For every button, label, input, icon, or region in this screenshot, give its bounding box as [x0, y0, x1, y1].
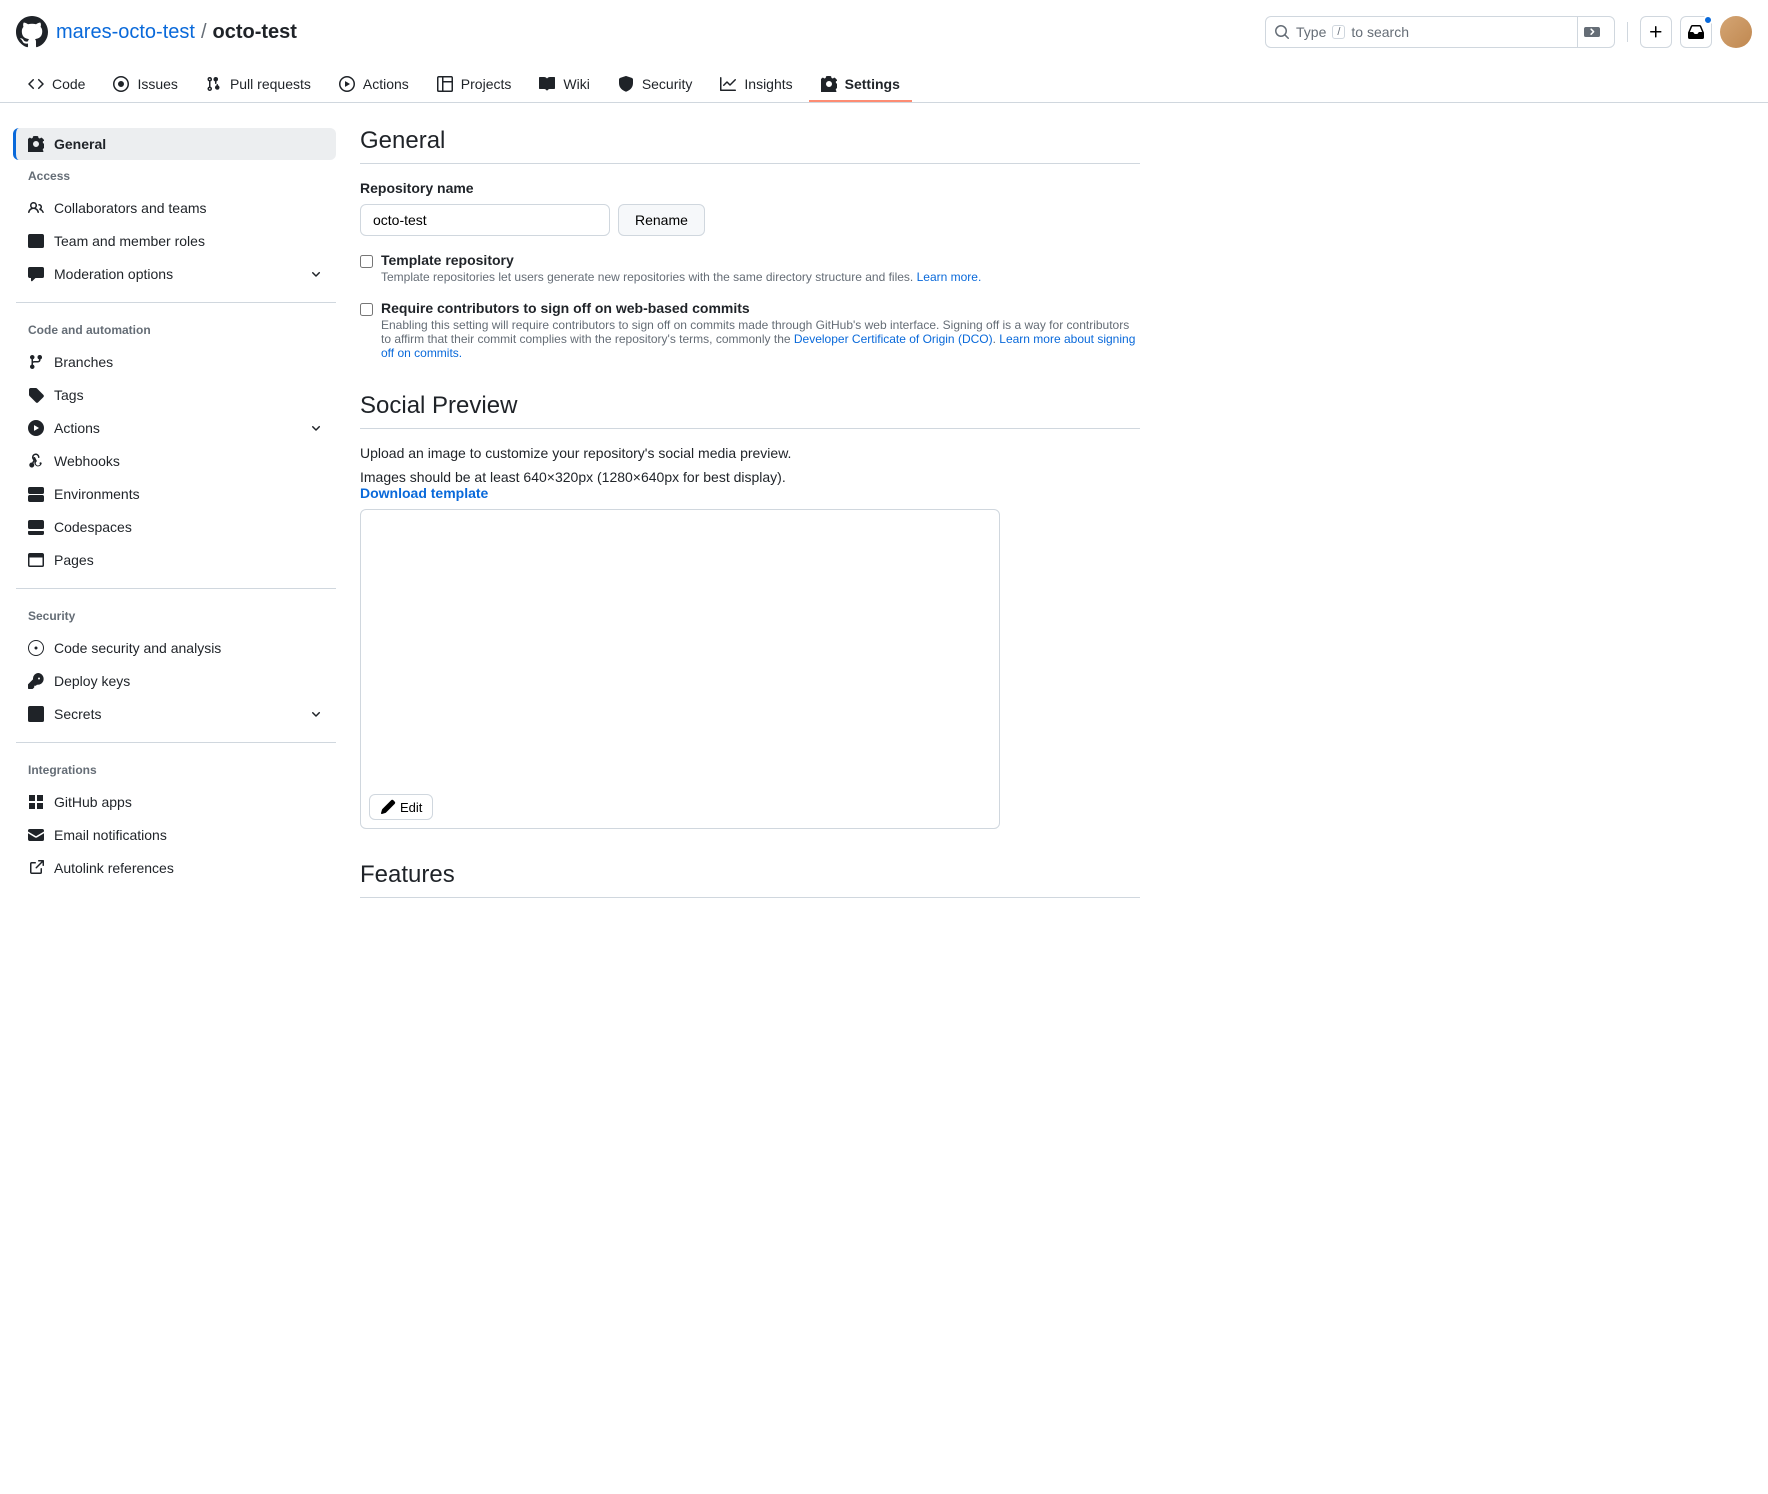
template-learn-more-link[interactable]: Learn more.: [917, 270, 982, 284]
signoff-label: Require contributors to sign off on web-…: [381, 300, 750, 316]
plus-icon: [1648, 24, 1664, 40]
codespaces-icon: [28, 519, 44, 535]
shield-check-icon: [28, 640, 44, 656]
pr-icon: [206, 76, 222, 92]
issue-icon: [113, 76, 129, 92]
chevron-down-icon: [308, 706, 324, 722]
edit-social-preview-button[interactable]: Edit: [369, 794, 433, 820]
gear-icon: [28, 136, 44, 152]
sidebar-item-pages[interactable]: Pages: [16, 544, 336, 576]
sidebar-item-codespaces[interactable]: Codespaces: [16, 511, 336, 543]
sidebar-item-deploy-keys[interactable]: Deploy keys: [16, 665, 336, 697]
sidebar-item-environments[interactable]: Environments: [16, 478, 336, 510]
search-key-hint: /: [1332, 25, 1345, 39]
search-icon: [1274, 24, 1290, 40]
tag-icon: [28, 387, 44, 403]
dco-link[interactable]: Developer Certificate of Origin (DCO): [794, 332, 993, 346]
book-icon: [539, 76, 555, 92]
tab-wiki[interactable]: Wiki: [527, 68, 601, 102]
breadcrumb-owner[interactable]: mares-octo-test: [56, 21, 195, 44]
people-icon: [28, 200, 44, 216]
code-icon: [28, 76, 44, 92]
key-icon: [28, 673, 44, 689]
create-new-button[interactable]: [1640, 16, 1672, 48]
chevron-down-icon: [308, 266, 324, 282]
mail-icon: [28, 827, 44, 843]
webhook-icon: [28, 453, 44, 469]
play-icon: [28, 420, 44, 436]
template-repo-label: Template repository: [381, 252, 514, 268]
social-preview-p1: Upload an image to customize your reposi…: [360, 445, 1140, 461]
template-repo-desc: Template repositories let users generate…: [381, 270, 917, 284]
settings-sidebar: General Access Collaborators and teams T…: [16, 127, 336, 914]
download-template-link[interactable]: Download template: [360, 485, 488, 501]
social-preview-heading: Social Preview: [360, 392, 1140, 429]
graph-icon: [720, 76, 736, 92]
tab-projects[interactable]: Projects: [425, 68, 524, 102]
server-icon: [28, 486, 44, 502]
sidebar-heading-security: Security: [16, 601, 336, 631]
notifications-button[interactable]: [1680, 16, 1712, 48]
sidebar-item-code-security[interactable]: Code security and analysis: [16, 632, 336, 664]
search-placeholder-pre: Type: [1296, 24, 1326, 40]
features-heading: Features: [360, 861, 1140, 898]
shield-icon: [618, 76, 634, 92]
sidebar-item-team-roles[interactable]: Team and member roles: [16, 225, 336, 257]
main-content: General Repository name Rename Template …: [360, 127, 1140, 914]
social-preview-image-area: Edit: [360, 509, 1000, 829]
github-logo-icon[interactable]: [16, 16, 48, 48]
chevron-down-icon: [308, 420, 324, 436]
sidebar-item-secrets[interactable]: Secrets: [16, 698, 336, 730]
tab-issues[interactable]: Issues: [101, 68, 189, 102]
gear-icon: [821, 76, 837, 92]
pencil-icon: [380, 799, 396, 815]
tab-settings[interactable]: Settings: [809, 68, 912, 102]
search-placeholder-post: to search: [1351, 24, 1409, 40]
project-icon: [437, 76, 453, 92]
template-repo-checkbox[interactable]: [360, 255, 373, 268]
search-input[interactable]: Type / to search: [1265, 16, 1615, 48]
apps-icon: [28, 794, 44, 810]
breadcrumb-separator: /: [201, 21, 207, 44]
user-avatar[interactable]: [1720, 16, 1752, 48]
tab-pull-requests[interactable]: Pull requests: [194, 68, 323, 102]
sidebar-heading-integrations: Integrations: [16, 755, 336, 785]
id-badge-icon: [28, 233, 44, 249]
sidebar-item-collaborators[interactable]: Collaborators and teams: [16, 192, 336, 224]
sidebar-item-actions[interactable]: Actions: [16, 412, 336, 444]
breadcrumb-repo[interactable]: octo-test: [213, 21, 297, 44]
asterisk-icon: [28, 706, 44, 722]
tab-actions[interactable]: Actions: [327, 68, 421, 102]
sidebar-item-webhooks[interactable]: Webhooks: [16, 445, 336, 477]
branch-icon: [28, 354, 44, 370]
sidebar-item-email-notifications[interactable]: Email notifications: [16, 819, 336, 851]
sidebar-heading-access: Access: [16, 161, 336, 191]
command-palette-icon[interactable]: [1577, 17, 1606, 47]
rename-button[interactable]: Rename: [618, 204, 705, 236]
signoff-checkbox[interactable]: [360, 303, 373, 316]
sidebar-item-branches[interactable]: Branches: [16, 346, 336, 378]
link-external-icon: [28, 860, 44, 876]
sidebar-item-moderation[interactable]: Moderation options: [16, 258, 336, 290]
repo-nav: Code Issues Pull requests Actions Projec…: [0, 60, 1768, 103]
tab-insights[interactable]: Insights: [708, 68, 804, 102]
notification-indicator: [1703, 15, 1713, 25]
comment-icon: [28, 266, 44, 282]
sidebar-item-github-apps[interactable]: GitHub apps: [16, 786, 336, 818]
tab-code[interactable]: Code: [16, 68, 97, 102]
repo-name-input[interactable]: [360, 204, 610, 236]
sidebar-heading-code: Code and automation: [16, 315, 336, 345]
social-preview-p2: Images should be at least 640×320px (128…: [360, 469, 786, 485]
play-icon: [339, 76, 355, 92]
sidebar-item-tags[interactable]: Tags: [16, 379, 336, 411]
repo-name-label: Repository name: [360, 180, 1140, 196]
tab-security[interactable]: Security: [606, 68, 705, 102]
breadcrumb: mares-octo-test / octo-test: [56, 21, 297, 44]
inbox-icon: [1688, 24, 1704, 40]
sidebar-item-autolink[interactable]: Autolink references: [16, 852, 336, 884]
browser-icon: [28, 552, 44, 568]
sidebar-item-general[interactable]: General: [13, 128, 336, 160]
general-heading: General: [360, 127, 1140, 164]
